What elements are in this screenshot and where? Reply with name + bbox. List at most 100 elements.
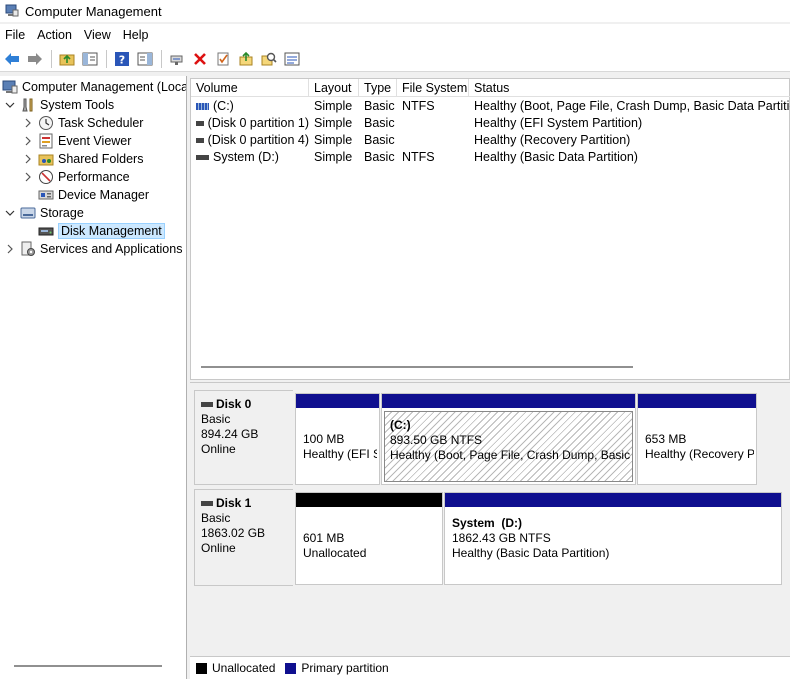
disk-1-status: Online: [201, 541, 236, 555]
tree-item-event-viewer[interactable]: Event Viewer: [22, 132, 131, 150]
column-header-file-system[interactable]: File System: [397, 79, 469, 97]
file-system-cell: [397, 132, 469, 149]
properties-icon[interactable]: [213, 49, 233, 69]
tree-item-device-manager[interactable]: Device Manager: [38, 186, 149, 204]
volume-list: Volume Layout Type File System Status (C…: [190, 78, 790, 380]
disk-0-partition-c[interactable]: (C:) 893.50 GB NTFS Healthy (Boot, Page …: [381, 393, 636, 485]
type-cell: Basic: [364, 116, 395, 130]
layout-cell: Simple: [314, 133, 353, 147]
show-hide-tree-icon[interactable]: [80, 49, 100, 69]
partition-name: (C:): [390, 418, 411, 432]
volume-icon: [196, 155, 209, 160]
shared-folder-icon: [38, 151, 54, 167]
partition-body: 100 MB Healthy (EFI S: [298, 411, 377, 482]
disk-0-name: Disk 0: [201, 397, 287, 412]
partition-status: Healthy (Recovery P: [645, 447, 754, 461]
tree-label: Shared Folders: [58, 152, 144, 166]
volume-name: (Disk 0 partition 4): [207, 133, 309, 147]
svg-text:?: ?: [119, 53, 125, 66]
search-icon[interactable]: [259, 49, 279, 69]
chevron-right-icon[interactable]: [22, 153, 34, 165]
volume-name: System (D:): [213, 150, 279, 164]
partition-size: 100 MB: [303, 432, 345, 446]
performance-icon: [38, 169, 54, 185]
column-header-volume[interactable]: Volume: [191, 79, 309, 97]
unallocated-swatch: [196, 662, 207, 674]
column-header-status[interactable]: Status: [469, 79, 790, 97]
disk-0-status: Online: [201, 442, 236, 456]
column-header-type[interactable]: Type: [359, 79, 397, 97]
menu-action[interactable]: Action: [31, 24, 78, 46]
event-viewer-icon: [38, 133, 54, 149]
menu-help[interactable]: Help: [117, 24, 155, 46]
partition-status: Healthy (Basic Data Partition): [452, 546, 610, 560]
title-bar: Computer Management: [0, 0, 790, 22]
computer-management-icon: [2, 79, 18, 95]
up-folder-icon[interactable]: [57, 49, 77, 69]
delete-icon[interactable]: [190, 49, 210, 69]
tree-item-storage[interactable]: Storage: [4, 204, 84, 222]
tree-item-shared-folders[interactable]: Shared Folders: [22, 150, 143, 168]
disk-1-name: Disk 1: [201, 496, 287, 511]
partition-status: Unallocated: [303, 546, 367, 560]
menu-view[interactable]: View: [78, 24, 117, 46]
partition-bar: [296, 394, 379, 408]
disk-1-label[interactable]: Disk 1 Basic 1863.02 GB Online: [194, 489, 293, 586]
tree-label: Disk Management: [58, 223, 165, 239]
partition-body: 653 MB Healthy (Recovery P: [640, 411, 754, 482]
show-hide-action-pane-icon[interactable]: [135, 49, 155, 69]
chevron-right-icon[interactable]: [22, 135, 34, 147]
computer-management-icon: [5, 4, 19, 18]
connect-icon[interactable]: [167, 49, 187, 69]
table-row[interactable]: (Disk 0 partition 4) Simple Basic Health…: [191, 132, 790, 149]
disk-0-size: 894.24 GB: [201, 427, 259, 441]
partition-status: Healthy (EFI S: [303, 447, 377, 461]
tree-item-system-tools[interactable]: System Tools: [4, 96, 114, 114]
disk-0-partition-recovery[interactable]: 653 MB Healthy (Recovery P: [637, 393, 757, 485]
disk-1-partition-system-d[interactable]: System (D:) 1862.43 GB NTFS Healthy (Bas…: [444, 492, 782, 585]
tree-horizontal-scrollbar[interactable]: [14, 665, 162, 667]
partition-size: 653 MB: [645, 432, 687, 446]
device-manager-icon: [38, 187, 54, 203]
list-icon[interactable]: [282, 49, 302, 69]
partition-body: (C:) 893.50 GB NTFS Healthy (Boot, Page …: [384, 411, 633, 482]
help-icon[interactable]: ?: [112, 49, 132, 69]
tree-item-services-and-applications[interactable]: Services and Applications: [4, 240, 182, 258]
partition-body: 601 MB Unallocated: [298, 510, 440, 582]
back-icon[interactable]: [2, 49, 22, 69]
chevron-right-icon[interactable]: [4, 243, 16, 255]
volume-list-header: Volume Layout Type File System Status: [191, 79, 790, 97]
tree-item-computer-management[interactable]: Computer Management (Local: [2, 78, 186, 96]
partition-size: 893.50 GB NTFS: [390, 433, 483, 447]
chevron-down-icon[interactable]: [4, 99, 16, 111]
disk-0-type: Basic: [201, 412, 231, 426]
chevron-down-icon[interactable]: [4, 207, 16, 219]
tree-item-performance[interactable]: Performance: [22, 168, 130, 186]
tree-label: Task Scheduler: [58, 116, 144, 130]
disk-0-partition-efi[interactable]: 100 MB Healthy (EFI S: [295, 393, 380, 485]
disk-map: Disk 0 Basic 894.24 GB Online 100 MB Hea…: [190, 382, 790, 657]
menu-file[interactable]: File: [0, 24, 31, 46]
volume-list-horizontal-scrollbar[interactable]: [201, 366, 633, 368]
legend-unallocated: Unallocated: [196, 661, 275, 675]
tree-label: Performance: [58, 170, 130, 184]
export-icon[interactable]: [236, 49, 256, 69]
disk-icon: [201, 402, 213, 407]
chevron-right-icon[interactable]: [22, 171, 34, 183]
disk-0-label[interactable]: Disk 0 Basic 894.24 GB Online: [194, 390, 293, 485]
layout-cell: Simple: [314, 150, 353, 164]
tree-label: Device Manager: [58, 188, 150, 202]
table-row[interactable]: (C:) Simple Basic NTFS Healthy (Boot, Pa…: [191, 98, 790, 115]
column-header-layout[interactable]: Layout: [309, 79, 359, 97]
volume-cell: (Disk 0 partition 4): [191, 132, 309, 149]
toolbar-separator: [106, 49, 107, 68]
toolbar: ?: [0, 46, 790, 72]
table-row[interactable]: (Disk 0 partition 1) Simple Basic Health…: [191, 115, 790, 132]
tree-item-disk-management[interactable]: Disk Management: [38, 222, 165, 240]
forward-icon[interactable]: [25, 49, 45, 69]
layout-cell: Simple: [314, 99, 353, 113]
chevron-right-icon[interactable]: [22, 117, 34, 129]
tree-item-task-scheduler[interactable]: Task Scheduler: [22, 114, 143, 132]
disk-1-partition-unallocated[interactable]: 601 MB Unallocated: [295, 492, 443, 585]
table-row[interactable]: System (D:) Simple Basic NTFS Healthy (B…: [191, 149, 790, 166]
